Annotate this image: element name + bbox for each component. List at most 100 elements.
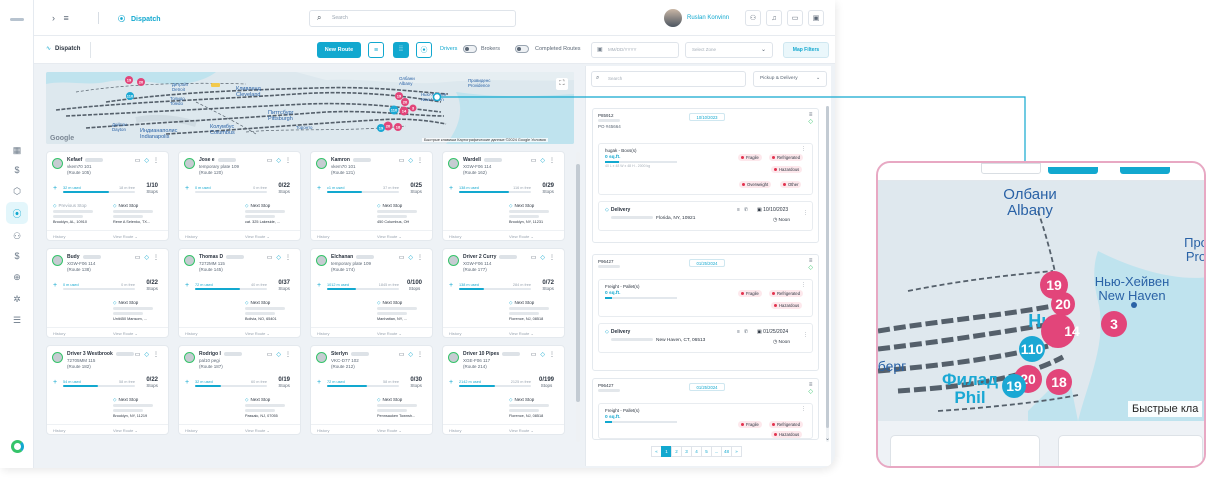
chat-icon[interactable]: ▭ bbox=[399, 352, 409, 358]
view-route-link[interactable]: View Route ⌄ bbox=[245, 331, 270, 336]
map-canvas[interactable]: Олбани Albany Провиденс Providence Нью-Х… bbox=[46, 72, 574, 144]
more-icon[interactable]: ⋮ bbox=[417, 255, 427, 261]
search-input[interactable]: Search bbox=[309, 10, 516, 27]
map-view-button[interactable]: ⦿ bbox=[416, 42, 432, 58]
diamond-icon[interactable]: ◇ bbox=[144, 158, 153, 164]
diamond-icon[interactable]: ◇ bbox=[276, 158, 285, 164]
diamond-icon[interactable]: ◇ bbox=[408, 158, 417, 164]
driver-card[interactable]: Thomas D 7272MM 115 (Route 145) ▭◇⋮ +72 m us… bbox=[178, 248, 301, 338]
bell-icon[interactable]: ♫ bbox=[766, 10, 782, 26]
map[interactable]: Олбани Albany Провиденс Providence Нью-Х… bbox=[46, 72, 574, 144]
chat-icon[interactable]: ▭ bbox=[135, 158, 145, 164]
phone-icon[interactable]: ✆ bbox=[744, 207, 752, 213]
more-icon[interactable]: ⋮ bbox=[417, 352, 427, 358]
chat-icon[interactable]: ▭ bbox=[267, 255, 277, 261]
calendar-icon[interactable]: ▣ bbox=[808, 10, 824, 26]
add-stop-icon[interactable]: + bbox=[185, 282, 189, 289]
more-icon[interactable]: ⋮ bbox=[801, 282, 806, 288]
chat-icon[interactable]: ▭ bbox=[399, 158, 409, 164]
view-route-link[interactable]: View Route ⌄ bbox=[377, 428, 402, 433]
user-name[interactable]: Ruslan Konvinn bbox=[687, 15, 729, 21]
order-actions[interactable]: ≡ ◇ bbox=[808, 258, 813, 272]
menu-toggle-icon[interactable]: › ≡ bbox=[52, 13, 72, 23]
orders-scrollbar[interactable] bbox=[826, 106, 829, 442]
grid-icon[interactable]: ▦ bbox=[10, 143, 24, 157]
add-stop-icon[interactable]: + bbox=[317, 282, 321, 289]
add-stop-icon[interactable]: + bbox=[449, 185, 453, 192]
billing-icon[interactable]: $ bbox=[10, 249, 24, 263]
driver-card[interactable]: Driver 10 Pipes XGE-F06 117 (Route 214) ▭◇⋮… bbox=[442, 345, 565, 435]
date-input[interactable]: MM/DD/YYYY bbox=[591, 42, 679, 58]
diamond-icon[interactable]: ◇ bbox=[276, 352, 285, 358]
completed-routes-toggle[interactable] bbox=[515, 45, 529, 53]
more-icon[interactable]: ⋮ bbox=[285, 255, 295, 261]
menu-icon[interactable]: ≡ bbox=[809, 112, 813, 118]
order-actions[interactable]: ≡ ◇ bbox=[808, 112, 813, 126]
driver-card[interactable]: Sterlyn VKC-D77 102 (Route 212) ▭◇⋮ +72 m us… bbox=[310, 345, 433, 435]
history-link[interactable]: History bbox=[185, 428, 197, 433]
chevron-down-icon[interactable]: ⌄ bbox=[825, 435, 830, 442]
driver-card[interactable]: Budy XGW-F06 114 (Route 138) ▭◇⋮ +0 m used 0 … bbox=[46, 248, 169, 338]
sliders-icon[interactable]: ☰ bbox=[10, 313, 24, 327]
order-card[interactable]: P85912 PO #45664 10/10/2023 ≡ ◇ hugak - B… bbox=[592, 108, 819, 243]
more-icon[interactable]: ⋮ bbox=[285, 158, 295, 164]
map-filters-button[interactable]: Map Filters bbox=[783, 42, 829, 58]
globe-icon[interactable]: ⊕ bbox=[10, 270, 24, 284]
diamond-icon[interactable]: ◇ bbox=[144, 255, 153, 261]
chat-icon[interactable]: ▭ bbox=[135, 352, 145, 358]
list-icon[interactable]: ≡ bbox=[737, 329, 744, 335]
driver-card[interactable]: Kamron vkem70 101 (Route 121) ▭◇⋮ + c1 m used… bbox=[310, 151, 433, 241]
list-view-button[interactable]: ≡ bbox=[368, 42, 384, 58]
diamond-icon[interactable]: ◇ bbox=[408, 255, 417, 261]
driver-card[interactable]: Wardell XGW-F06 114 (Route 162) ▭◇⋮ +138 m u… bbox=[442, 151, 565, 241]
view-route-link[interactable]: View Route ⌄ bbox=[245, 234, 270, 239]
cards-scrollbar[interactable] bbox=[576, 152, 580, 442]
orders-search-input[interactable]: Search bbox=[591, 71, 746, 87]
view-route-link[interactable]: View Route ⌄ bbox=[113, 234, 138, 239]
more-icon[interactable]: ⋮ bbox=[803, 332, 808, 338]
avatar[interactable] bbox=[664, 9, 682, 27]
view-route-link[interactable]: View Route ⌄ bbox=[113, 331, 138, 336]
order-type-select[interactable]: Pickup & Delivery ⌄ bbox=[753, 71, 827, 87]
diamond-icon[interactable]: ◇ bbox=[144, 352, 153, 358]
view-route-link[interactable]: View Route ⌄ bbox=[113, 428, 138, 433]
diamond-icon[interactable]: ◇ bbox=[408, 352, 417, 358]
history-link[interactable]: History bbox=[185, 331, 197, 336]
scrollbar-thumb[interactable] bbox=[576, 164, 580, 402]
chat-icon[interactable]: ▭ bbox=[531, 352, 541, 358]
add-stop-icon[interactable]: + bbox=[317, 185, 321, 192]
driver-card[interactable]: Kefaef vkem70 101 (Route 105) ▭◇⋮ +32 m used… bbox=[46, 151, 169, 241]
more-icon[interactable]: ⋮ bbox=[549, 255, 559, 261]
add-stop-icon[interactable]: + bbox=[53, 282, 57, 289]
view-route-link[interactable]: View Route ⌄ bbox=[377, 234, 402, 239]
add-stop-icon[interactable]: + bbox=[53, 379, 57, 386]
fullscreen-icon[interactable]: ⛶ bbox=[556, 78, 568, 90]
page-next[interactable]: » bbox=[731, 446, 743, 457]
menu-icon[interactable]: ≡ bbox=[809, 258, 813, 264]
chat-icon[interactable]: ▭ bbox=[267, 158, 277, 164]
zone-select[interactable]: Select Zone ⌄ bbox=[685, 42, 773, 58]
dollar-icon[interactable]: $ bbox=[10, 163, 24, 177]
chat-icon[interactable]: ▭ bbox=[135, 255, 145, 261]
more-icon[interactable]: ⋮ bbox=[549, 352, 559, 358]
more-icon[interactable]: ⋮ bbox=[417, 158, 427, 164]
driver-card[interactable]: Driver 3 Westbrook 72705MM 115 (Route 182)… bbox=[46, 345, 169, 435]
more-icon[interactable]: ⋮ bbox=[153, 352, 163, 358]
view-route-link[interactable]: View Route ⌄ bbox=[509, 331, 534, 336]
history-link[interactable]: History bbox=[317, 428, 329, 433]
view-route-link[interactable]: View Route ⌄ bbox=[377, 331, 402, 336]
history-link[interactable]: History bbox=[449, 428, 461, 433]
view-route-link[interactable]: View Route ⌄ bbox=[245, 428, 270, 433]
delivery-stop[interactable]: ◇ Delivery New Haven, CT, 06513 ≡✆ ▣ 01/2… bbox=[598, 323, 813, 353]
driver-card[interactable]: Rodrigo Ipal10 pegi (Route 187) ▭◇⋮ +32 m u… bbox=[178, 345, 301, 435]
add-stop-icon[interactable]: + bbox=[185, 185, 189, 192]
sidebar-item-dispatch[interactable]: ⦿ bbox=[6, 202, 28, 224]
more-icon[interactable]: ⋮ bbox=[803, 210, 808, 216]
more-icon[interactable]: ⋮ bbox=[801, 146, 806, 152]
chat-icon[interactable]: ▭ bbox=[531, 255, 541, 261]
history-link[interactable]: History bbox=[449, 331, 461, 336]
history-link[interactable]: History bbox=[53, 428, 65, 433]
order-card[interactable]: P96427 01/25/2024 ≡ ◇ Freight - Pallet(s)… bbox=[592, 378, 819, 440]
settings-icon[interactable]: ✲ bbox=[10, 292, 24, 306]
list-icon[interactable]: ≡ bbox=[737, 207, 744, 213]
